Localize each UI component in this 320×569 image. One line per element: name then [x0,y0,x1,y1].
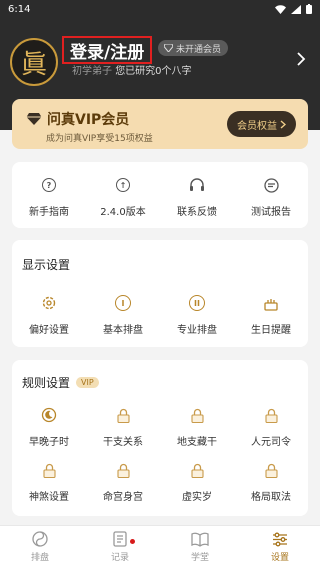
roman-one-icon: I [115,295,131,311]
diamond-icon [164,44,173,52]
setting-birthday-reminder[interactable]: 生日提醒 [234,292,308,336]
rule-settings-card: 规则设置 VIP 早晚子时 干支关系 地支藏干 人元司令 神煞设置 命宫身宫 虚… [12,360,308,516]
display-settings-card: 显示设置 偏好设置 I 基本排盘 II 专业排盘 生日提醒 [12,240,308,347]
quick-links-card: ? 新手指南 ↑ 2.4.0版本 联系反馈 测试报告 [12,162,308,228]
battery-icon [306,4,312,14]
tab-records[interactable]: 记录 [80,530,160,563]
setting-label: 偏好设置 [29,325,69,336]
status-time: 6:14 [8,3,31,15]
chevron-right-icon[interactable] [296,52,306,66]
setting-basic-chart[interactable]: I 基本排盘 [86,292,160,336]
roman-two-icon: II [189,295,205,311]
lock-icon [116,463,130,478]
rule-label: 格局取法 [251,492,291,503]
setting-label: 基本排盘 [103,325,143,336]
tab-settings[interactable]: 设置 [240,530,320,563]
vip-subtitle: 成为问真VIP享受15项权益 [46,134,153,144]
rule-label: 神煞设置 [29,492,69,503]
rank-label: 初学弟子 [72,66,112,77]
tab-academy[interactable]: 学堂 [160,530,240,563]
moon-icon [41,407,57,423]
rule-shensha[interactable]: 神煞设置 [12,459,86,503]
lock-icon [190,408,204,423]
setting-preferences[interactable]: 偏好设置 [12,292,86,336]
tab-label: 排盘 [30,553,49,563]
rule-minggong-shengong[interactable]: 命宫身宫 [86,459,160,503]
member-benefits-button[interactable]: 会员权益 [227,111,296,137]
upgrade-icon: ↑ [116,178,130,192]
notes-icon [113,531,127,547]
wifi-icon [275,4,286,14]
setting-label: 专业排盘 [177,325,217,336]
display-settings-title: 显示设置 [22,256,70,273]
rule-label: 早晚子时 [29,437,69,448]
quick-link-label: 新手指南 [29,207,69,218]
quick-link-guide[interactable]: ? 新手指南 [12,174,86,218]
notification-dot [130,539,135,544]
rule-nominal-age[interactable]: 虚实岁 [160,459,234,503]
tab-chart[interactable]: 排盘 [0,530,80,563]
membership-badge-label: 未开通会员 [176,44,222,55]
progress-text: 您已研究0个八字 [115,66,192,77]
member-benefits-label: 会员权益 [237,120,277,132]
sliders-icon [273,532,287,546]
bottom-tab-bar: 排盘 记录 学堂 设置 [0,525,320,569]
tab-label: 设置 [270,553,289,563]
lock-icon [116,408,130,423]
status-bar: 6:14 [0,0,320,18]
cake-icon [264,298,278,311]
vip-banner[interactable]: 问真VIP会员 成为问真VIP享受15项权益 会员权益 [12,99,308,149]
lock-icon [190,463,204,478]
report-icon [263,177,279,193]
rule-ganzhi-relations[interactable]: 干支关系 [86,404,160,448]
profile-subtitle: 初学弟子 您已研究0个八字 [72,62,192,77]
rule-label: 地支藏干 [177,437,217,448]
section-title: 规则设置 [22,376,71,390]
quick-link-label: 测试报告 [251,207,291,218]
gear-icon [42,296,56,310]
rule-label: 人元司令 [251,437,291,448]
chevron-right-icon [280,119,286,129]
lock-icon [264,463,278,478]
headset-icon [190,177,204,191]
quick-link-label: 2.4.0版本 [100,207,146,218]
yinyang-icon [32,531,48,547]
lock-icon [264,408,278,423]
rule-label: 命宫身宫 [103,492,143,503]
question-icon: ? [42,178,56,192]
rule-renyuan-siling[interactable]: 人元司令 [234,404,308,448]
quick-link-feedback[interactable]: 联系反馈 [160,174,234,218]
rule-pattern-method[interactable]: 格局取法 [234,459,308,503]
quick-link-label: 联系反馈 [177,207,217,218]
rule-label: 干支关系 [103,437,143,448]
vip-title-text: 问真VIP会员 [47,112,130,128]
section-title: 显示设置 [22,258,71,272]
vip-tag: VIP [76,377,99,388]
rule-early-late-zi[interactable]: 早晚子时 [12,404,86,448]
signal-icon [291,4,301,14]
book-icon [191,532,209,547]
quick-link-version[interactable]: ↑ 2.4.0版本 [86,174,160,218]
tab-label: 学堂 [190,553,209,563]
setting-label: 生日提醒 [251,325,291,336]
quick-link-report[interactable]: 测试报告 [234,174,308,218]
tab-label: 记录 [110,553,129,563]
avatar-logo: 眞 [20,49,47,80]
avatar[interactable]: 眞 [10,38,58,86]
vip-title: 问真VIP会员 [26,109,129,129]
rule-settings-title: 规则设置 VIP [22,374,99,391]
diamond-icon [26,113,42,125]
membership-badge: 未开通会员 [158,40,229,56]
login-register-button[interactable]: 登录/注册 [62,36,153,64]
setting-pro-chart[interactable]: II 专业排盘 [160,292,234,336]
rule-label: 虚实岁 [182,492,212,503]
lock-icon [42,463,56,478]
rule-hidden-stems[interactable]: 地支藏干 [160,404,234,448]
